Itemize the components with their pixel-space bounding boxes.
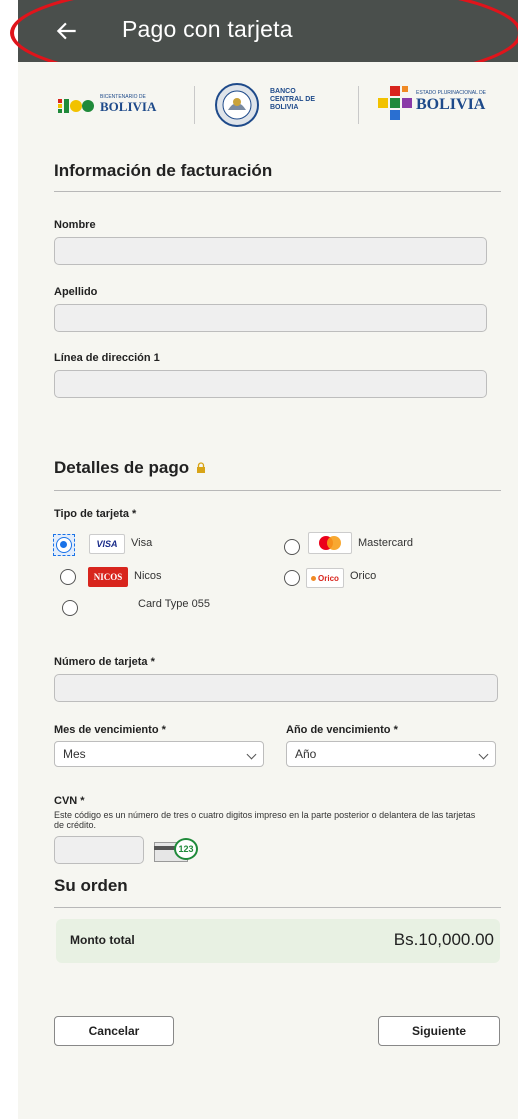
orico-dot-icon: [311, 575, 317, 581]
cvn-help-text: Este código es un número de tres o cuatr…: [54, 810, 476, 830]
card-type-orico-radio[interactable]: [284, 570, 300, 586]
page-title: Pago con tarjeta: [122, 16, 293, 42]
total-label: Monto total: [70, 933, 135, 947]
exp-month-value: Mes: [63, 747, 86, 761]
app-bar: Pago con tarjeta: [18, 0, 518, 62]
cvn-card-icon: 123: [154, 836, 200, 864]
back-arrow-icon[interactable]: [54, 18, 80, 44]
cvn-label: CVN *: [54, 795, 85, 807]
address-line-input[interactable]: [54, 370, 487, 398]
card-type-label: Tipo de tarjeta *: [54, 508, 137, 520]
first-name-label: Nombre: [54, 219, 96, 231]
divider: [358, 86, 359, 124]
card-type-mastercard-radio[interactable]: [284, 539, 300, 555]
exp-year-label: Año de vencimiento *: [286, 724, 398, 736]
card-number-label: Número de tarjeta *: [54, 656, 155, 668]
cancel-button[interactable]: Cancelar: [54, 1016, 174, 1046]
next-button[interactable]: Siguiente: [378, 1016, 500, 1046]
bolivia-label: BOLIVIA: [416, 96, 486, 113]
cvn-input[interactable]: [54, 836, 144, 864]
logos-bar: BICENTENARIO DE BOLIVIA BANCO CENTRAL DE…: [58, 80, 518, 130]
banco-central-label: BANCO CENTRAL DE BOLIVIA: [270, 88, 315, 111]
first-name-input[interactable]: [54, 237, 487, 265]
bolivia-flag-emblem-icon: [378, 86, 412, 120]
bicentenario-logo: BICENTENARIO DE BOLIVIA: [58, 92, 178, 118]
payment-section-label: Detalles de pago: [54, 458, 190, 477]
chevron-down-icon: [246, 749, 257, 760]
lock-icon: [196, 462, 205, 473]
bicentenario-label: BOLIVIA: [100, 99, 157, 114]
address-line-label: Línea de dirección 1: [54, 352, 160, 364]
payment-form: BICENTENARIO DE BOLIVIA BANCO CENTRAL DE…: [20, 62, 518, 1102]
card-type-nicos-label: Nicos: [134, 570, 162, 582]
orico-logo-text: Orico: [318, 573, 339, 583]
mastercard-icon: [319, 536, 341, 550]
card-type-orico-label: Orico: [350, 570, 377, 582]
estado-bolivia-logo: ESTADO PLURINACIONAL DE BOLIVIA: [376, 84, 516, 124]
last-name-input[interactable]: [54, 304, 487, 332]
divider: [194, 86, 195, 124]
exp-year-value: Año: [295, 747, 317, 761]
exp-year-select[interactable]: Año: [286, 741, 496, 767]
exp-month-select[interactable]: Mes: [54, 741, 264, 767]
orico-logo: Orico: [306, 568, 344, 588]
payment-screen: BICENTENARIO DE BOLIVIA BANCO CENTRAL DE…: [18, 62, 518, 1119]
card-type-nicos-radio[interactable]: [60, 569, 76, 585]
chevron-down-icon: [478, 749, 489, 760]
visa-logo: VISA: [89, 534, 125, 554]
card-type-visa-label: Visa: [131, 537, 153, 549]
exp-month-label: Mes de vencimiento *: [54, 724, 166, 736]
mastercard-logo: [308, 532, 352, 554]
cvn-sample: 123: [174, 838, 198, 860]
bcb-seal-icon: [215, 83, 259, 127]
divider: [54, 907, 501, 908]
last-name-label: Apellido: [54, 286, 98, 298]
order-section-title: Su orden: [54, 876, 128, 895]
page: Pago con tarjeta BICENTENARIO DE BOLIVIA: [0, 0, 518, 1119]
divider: [54, 191, 501, 192]
nicos-logo: NICOS: [88, 567, 128, 587]
card-type-055-radio[interactable]: [62, 600, 78, 616]
card-type-visa-radio[interactable]: [56, 537, 72, 553]
card-number-input[interactable]: [54, 674, 498, 702]
total-amount: Bs.10,000.00: [393, 930, 494, 949]
card-type-055-label: Card Type 055: [138, 598, 210, 610]
payment-section-title: Detalles de pago: [54, 458, 206, 478]
divider: [54, 490, 501, 491]
billing-section-title: Información de facturación: [54, 161, 273, 180]
bicentenario-emblem-icon: [58, 99, 94, 113]
order-total-box: Monto total Bs.10,000.00: [56, 919, 500, 963]
banco-central-seal: [214, 82, 260, 128]
card-type-mastercard-label: Mastercard: [358, 537, 414, 549]
